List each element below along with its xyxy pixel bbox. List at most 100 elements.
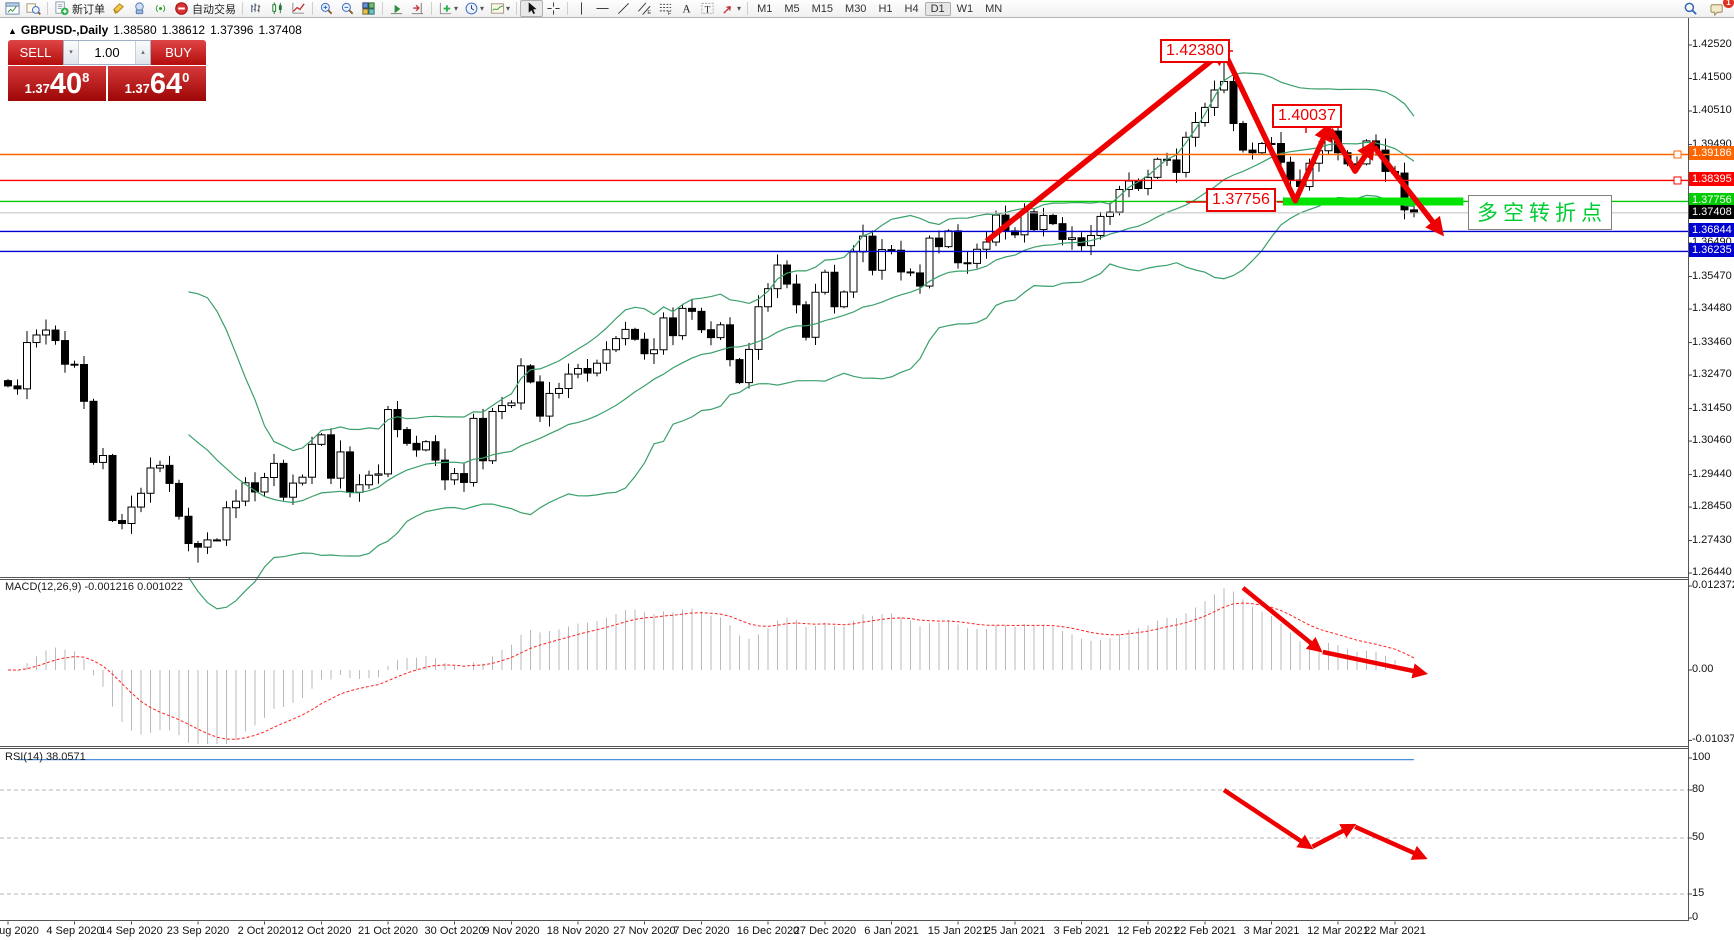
autotrading-button[interactable]: 自动交易	[171, 1, 239, 16]
arrow-objects-icon[interactable]: ▾	[718, 1, 744, 16]
autotrading-label: 自动交易	[192, 1, 236, 17]
timeframe-button-m15[interactable]: M15	[806, 2, 839, 16]
buy-button[interactable]: BUY	[151, 40, 206, 65]
ohlc-high: 1.38612	[162, 23, 205, 37]
annotation-note-box[interactable]: 多空转折点	[1468, 195, 1612, 230]
expert-advisor-icon[interactable]	[129, 1, 150, 16]
volume-input[interactable]: 1.00	[79, 41, 135, 64]
periods-dropdown-icon[interactable]: ▾	[480, 4, 484, 13]
search-icon[interactable]	[1680, 1, 1701, 16]
price-tick-label: 1.42520	[1692, 38, 1732, 50]
indicators-icon[interactable]: ▾	[435, 1, 461, 16]
vertical-line-icon[interactable]	[571, 1, 592, 16]
price-tick-label: 1.28450	[1692, 500, 1732, 512]
volume-increase-button[interactable]: ▴	[135, 41, 150, 64]
periods-clock-icon[interactable]: ▾	[461, 1, 487, 16]
timeframe-button-m5[interactable]: M5	[778, 2, 805, 16]
zoom-out-icon[interactable]	[337, 1, 358, 16]
zoom-in-icon[interactable]	[316, 1, 337, 16]
sell-button[interactable]: SELL	[8, 40, 63, 65]
macd-tick-label: 0.012372	[1692, 579, 1734, 591]
equidistant-channel-icon[interactable]: E	[634, 1, 655, 16]
price-tick-label: 1.26440	[1692, 566, 1732, 578]
trendline-icon[interactable]	[613, 1, 634, 16]
fibonacci-icon[interactable]: F	[655, 1, 676, 16]
rsi-label: RSI(14) 38.0571	[5, 751, 86, 763]
ohlc-close: 1.37408	[258, 23, 301, 37]
level-price-label: 1.39186	[1689, 146, 1734, 160]
notifications-icon[interactable]: 1	[1707, 1, 1728, 16]
price-tick-label: 1.32470	[1692, 368, 1732, 380]
macd-histogram	[8, 588, 1414, 744]
trend-arrow[interactable]	[1374, 147, 1441, 232]
ohlc-low: 1.37396	[210, 23, 253, 37]
candles	[5, 50, 1418, 563]
sell-price[interactable]: 1.37408	[8, 66, 106, 101]
timeframe-button-mn[interactable]: MN	[979, 2, 1008, 16]
timeframe-button-d1[interactable]: D1	[925, 2, 951, 16]
bollinger-band-line	[189, 195, 1415, 609]
rsi-tick-label: 50	[1692, 831, 1704, 843]
symbol-marker-icon: ▲	[8, 26, 17, 36]
volume-decrease-button[interactable]: ▾	[64, 41, 79, 64]
level-price-label: 1.36235	[1689, 243, 1734, 257]
timeframe-button-m1[interactable]: M1	[751, 2, 778, 16]
chart-canvas[interactable]	[0, 0, 1734, 940]
horizontal-line-icon[interactable]	[592, 1, 613, 16]
buy-price[interactable]: 1.37640	[108, 66, 206, 101]
styler-icon[interactable]	[108, 1, 129, 16]
price-tick-label: 1.35470	[1692, 270, 1732, 282]
price-tick-label: 1.30460	[1692, 434, 1732, 446]
arrows-dropdown-icon[interactable]: ▾	[737, 4, 741, 13]
timeframe-button-m30[interactable]: M30	[839, 2, 872, 16]
price-tick-label: 1.31450	[1692, 402, 1732, 414]
indicators-dropdown-icon[interactable]: ▾	[454, 4, 458, 13]
ohlc-open: 1.38580	[113, 23, 156, 37]
templates-dropdown-icon[interactable]: ▾	[506, 4, 510, 13]
annotation-price-1.37756[interactable]: 1.37756	[1206, 188, 1276, 212]
trend-arrow[interactable]	[1355, 827, 1423, 857]
templates-icon[interactable]: ▾	[487, 1, 513, 16]
level-price-label: 1.36844	[1689, 223, 1734, 237]
text-icon[interactable]: A	[676, 1, 697, 16]
chart-shift-icon[interactable]	[407, 1, 428, 16]
date-tick-label: 22 Mar 2021	[1352, 925, 1438, 937]
rsi-tick-label: 0	[1692, 911, 1698, 923]
svg-text:E: E	[647, 10, 651, 16]
price-tick-label: 1.34480	[1692, 302, 1732, 314]
cursor-icon[interactable]	[520, 0, 543, 17]
profiles-icon[interactable]	[23, 1, 44, 16]
bollinger-band-line	[189, 73, 1415, 451]
annotation-price-1.40037[interactable]: 1.40037	[1272, 104, 1342, 128]
level-price-label: 1.38395	[1689, 172, 1734, 186]
svg-text:F: F	[668, 11, 672, 16]
rsi-tick-label: 80	[1692, 783, 1704, 795]
current-price-label: 1.37408	[1689, 205, 1734, 219]
timeframe-button-h4[interactable]: H4	[899, 2, 925, 16]
symbol-period: GBPUSD-,Daily	[21, 23, 108, 37]
trend-arrow[interactable]	[1312, 826, 1352, 847]
trend-arrow[interactable]	[1224, 790, 1310, 847]
candlestick-icon[interactable]	[267, 1, 288, 16]
line-chart-icon[interactable]	[288, 1, 309, 16]
price-tick-label: 1.27430	[1692, 534, 1732, 546]
timeframe-button-w1[interactable]: W1	[951, 2, 980, 16]
new-order-button[interactable]: 新订单	[51, 1, 108, 16]
new-order-label: 新订单	[72, 1, 105, 17]
one-click-trading-panel: SELL ▾ 1.00 ▴ BUY 1.37408 1.37640	[8, 40, 206, 101]
auto-scroll-icon[interactable]	[386, 1, 407, 16]
toolbar: 新订单 自动交易 ▾ ▾ ▾ E F A T ▾	[0, 0, 1734, 18]
timeframe-button-h1[interactable]: H1	[872, 2, 898, 16]
price-tick-label: 1.41500	[1692, 71, 1732, 83]
annotation-price-1.42380[interactable]: 1.42380	[1160, 39, 1230, 63]
price-tick-label: 1.29440	[1692, 468, 1732, 480]
level-line-handle	[1674, 177, 1681, 184]
level-line-handle	[1674, 151, 1681, 158]
crosshair-icon[interactable]	[543, 1, 564, 16]
rsi-tick-label: 100	[1692, 751, 1710, 763]
bar-chart-icon[interactable]	[246, 1, 267, 16]
tile-windows-icon[interactable]	[358, 1, 379, 16]
charts-window-icon[interactable]	[2, 1, 23, 16]
signals-icon[interactable]	[150, 1, 171, 16]
text-label-icon[interactable]: T	[697, 1, 718, 16]
